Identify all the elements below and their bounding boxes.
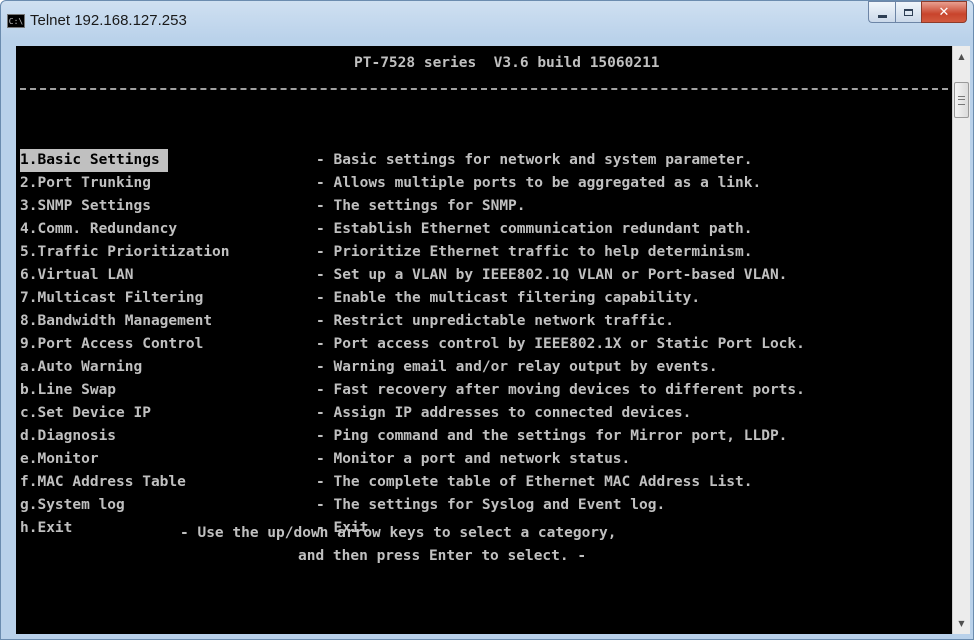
menu-item-description: - Allows multiple ports to be aggregated…	[316, 175, 762, 191]
menu-item-description: - Prioritize Ethernet traffic to help de…	[316, 244, 753, 260]
close-icon: ✕	[938, 4, 950, 20]
title-bar[interactable]: C:\ Telnet 192.168.127.253 ✕	[1, 1, 973, 39]
window-controls: ✕	[868, 1, 967, 23]
menu-item-label[interactable]: 9.Port Access Control	[20, 333, 203, 356]
menu-item-label[interactable]: 5.Traffic Prioritization	[20, 241, 230, 264]
hint-line-2: and then press Enter to select. -	[298, 548, 587, 564]
menu-item-description: - Warning email and/or relay output by e…	[316, 359, 718, 375]
menu-item-description: - The settings for SNMP.	[316, 198, 526, 214]
minimize-icon	[877, 14, 887, 18]
window-title: Telnet 192.168.127.253	[30, 12, 187, 29]
menu-item-label[interactable]: 4.Comm. Redundancy	[20, 218, 177, 241]
grip-icon	[958, 95, 965, 105]
maximize-icon	[904, 8, 913, 16]
terminal-header: PT-7528 series V3.6 build 15060211	[354, 55, 660, 71]
scroll-down-icon[interactable]: ▼	[953, 615, 970, 632]
menu-item-label[interactable]: 7.Multicast Filtering	[20, 287, 203, 310]
menu-item-description: - Establish Ethernet communication redun…	[316, 221, 753, 237]
menu-item-label[interactable]: e.Monitor	[20, 448, 99, 471]
menu-item-label[interactable]: g.System log	[20, 494, 125, 517]
menu-item-description: - Assign IP addresses to connected devic…	[316, 405, 692, 421]
menu-item-description: - Port access control by IEEE802.1X or S…	[316, 336, 805, 352]
menu-item-label[interactable]: 6.Virtual LAN	[20, 264, 134, 287]
menu-item-label[interactable]: b.Line Swap	[20, 379, 116, 402]
menu-item-label[interactable]: f.MAC Address Table	[20, 471, 186, 494]
console-app-icon[interactable]: C:\	[7, 14, 25, 28]
menu-item-description: - Enable the multicast filtering capabil…	[316, 290, 701, 306]
menu-item-description: - The complete table of Ethernet MAC Add…	[316, 474, 753, 490]
menu-item-label[interactable]: a.Auto Warning	[20, 356, 142, 379]
menu-item-label[interactable]: 8.Bandwidth Management	[20, 310, 212, 333]
menu-item-label[interactable]: 2.Port Trunking	[20, 172, 151, 195]
menu-item-label[interactable]: 1.Basic Settings	[20, 149, 169, 172]
menu-item-description: - Ping command and the settings for Mirr…	[316, 428, 788, 444]
terminal-screen[interactable]: PT-7528 series V3.6 build 15060211 1.Bas…	[16, 46, 952, 634]
menu-item-description: - Basic settings for network and system …	[316, 152, 753, 168]
vertical-scrollbar[interactable]: ▲ ▼	[952, 46, 970, 634]
scroll-up-icon[interactable]: ▲	[953, 48, 970, 65]
scrollbar-thumb[interactable]	[954, 82, 969, 118]
menu-item-label[interactable]: h.Exit	[20, 517, 72, 540]
header-divider	[20, 88, 948, 90]
menu-item-description: - Fast recovery after moving devices to …	[316, 382, 805, 398]
maximize-button[interactable]	[895, 1, 921, 23]
menu-item-description: - Restrict unpredictable network traffic…	[316, 313, 674, 329]
menu-item-description: - The settings for Syslog and Event log.	[316, 497, 666, 513]
menu-item-label[interactable]: d.Diagnosis	[20, 425, 116, 448]
menu-item-label[interactable]: 3.SNMP Settings	[20, 195, 151, 218]
menu-item-label[interactable]: c.Set Device IP	[20, 402, 151, 425]
close-button[interactable]: ✕	[921, 1, 967, 23]
menu-item-description: - Monitor a port and network status.	[316, 451, 631, 467]
menu-item-description: - Set up a VLAN by IEEE802.1Q VLAN or Po…	[316, 267, 788, 283]
hint-line-1: - Use the up/down arrow keys to select a…	[180, 525, 617, 541]
minimize-button[interactable]	[868, 1, 895, 23]
